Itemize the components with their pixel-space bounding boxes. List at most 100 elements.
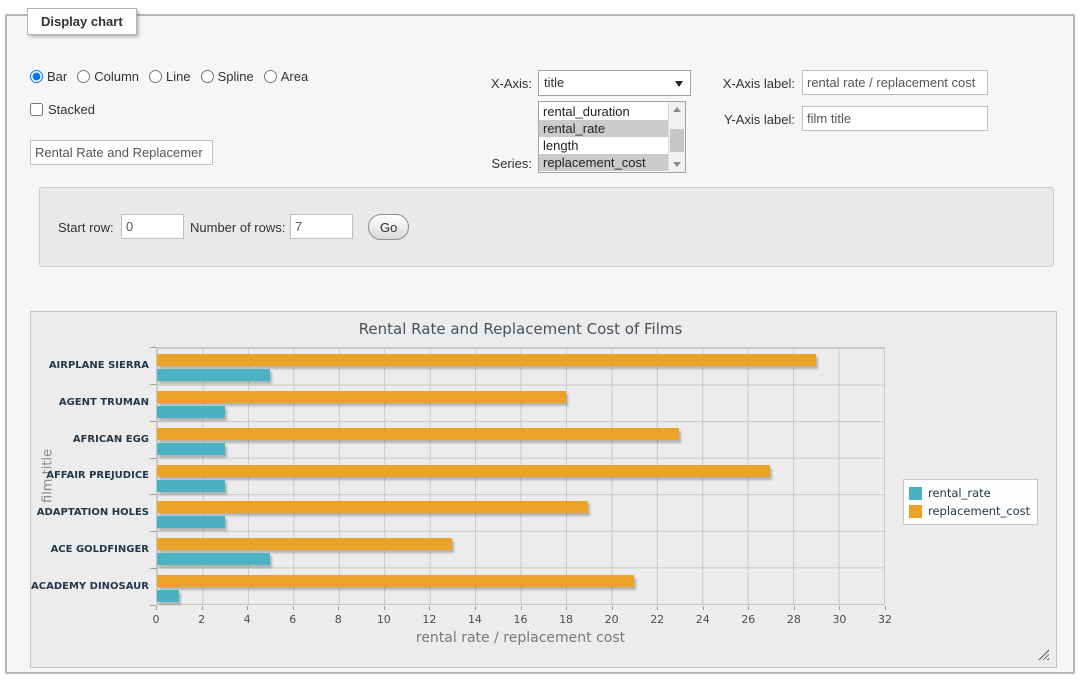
num-rows-input[interactable]	[290, 214, 353, 239]
chart-row-adaptation-holes	[157, 495, 884, 532]
series-options: rental_durationrental_ratelengthreplacem…	[539, 103, 668, 171]
y-tick-mark	[150, 531, 156, 532]
chart-type-option-column: Column	[77, 69, 139, 84]
x-axis-selected-value: title	[544, 75, 564, 90]
series-option-rental_duration[interactable]: rental_duration	[539, 103, 668, 120]
legend-swatch-icon	[909, 505, 922, 518]
x-tick-mark	[293, 606, 294, 610]
chart-type-radio-group: BarColumnLineSplineArea	[30, 69, 314, 84]
y-axis-label-field-label: Y-Axis label:	[702, 112, 795, 127]
chart-type-option-area: Area	[264, 69, 308, 84]
scroll-down-button[interactable]	[669, 157, 685, 172]
y-axis-label-input[interactable]	[802, 106, 988, 131]
legend-item-replacement_cost: replacement_cost	[909, 502, 1030, 520]
chart-type-radio-spline[interactable]	[201, 70, 214, 83]
bar-replacement_cost	[157, 428, 679, 440]
x-tick-mark	[156, 606, 157, 610]
num-rows-label: Number of rows:	[190, 220, 285, 235]
display-chart-fieldset: Display chart BarColumnLineSplineArea St…	[5, 14, 1075, 674]
x-tick-mark	[202, 606, 203, 610]
start-row-input[interactable]	[121, 214, 184, 239]
start-row-label: Start row:	[58, 220, 114, 235]
x-tick-mark	[475, 606, 476, 610]
x-tick-label: 30	[832, 613, 846, 626]
bar-rental_rate	[157, 516, 225, 528]
chart-type-radio-label: Line	[166, 69, 191, 84]
x-tick-mark	[521, 606, 522, 610]
x-tick-mark	[885, 606, 886, 610]
y-tick-mark	[150, 421, 156, 422]
chart-type-option-bar: Bar	[30, 69, 67, 84]
chart-type-option-line: Line	[149, 69, 191, 84]
x-tick-mark	[748, 606, 749, 610]
x-tick-label: 18	[559, 613, 573, 626]
category-label: AIRPLANE SIERRA	[31, 347, 149, 384]
chart-type-radio-column[interactable]	[77, 70, 90, 83]
chevron-down-icon	[675, 81, 683, 87]
legend-label: rental_rate	[928, 486, 991, 500]
x-tick-mark	[429, 606, 430, 610]
chart-container: Rental Rate and Replacement Cost of Film…	[30, 311, 1057, 668]
bar-rental_rate	[157, 553, 270, 565]
x-tick-label: 28	[787, 613, 801, 626]
x-axis-label-input[interactable]	[802, 70, 988, 95]
series-option-replacement_cost[interactable]: replacement_cost	[539, 154, 668, 171]
scroll-up-icon	[673, 107, 681, 112]
legend-swatch-icon	[909, 487, 922, 500]
bar-rental_rate	[157, 406, 225, 418]
bar-replacement_cost	[157, 501, 588, 513]
x-tick-mark	[247, 606, 248, 610]
x-tick-label: 2	[198, 613, 205, 626]
scrollbar-thumb[interactable]	[670, 129, 684, 152]
x-tick-label: 16	[514, 613, 528, 626]
x-tick-label: 4	[244, 613, 251, 626]
x-tick-mark	[794, 606, 795, 610]
x-tick-label: 6	[289, 613, 296, 626]
chart-row-airplane-sierra	[157, 348, 884, 385]
series-option-length[interactable]: length	[539, 137, 668, 154]
y-tick-mark	[150, 494, 156, 495]
y-tick-mark	[150, 568, 156, 569]
chart-row-african-egg	[157, 422, 884, 459]
bar-rental_rate	[157, 480, 225, 492]
bar-replacement_cost	[157, 538, 452, 550]
x-tick-mark	[703, 606, 704, 610]
x-tick-mark	[338, 606, 339, 610]
stacked-checkbox[interactable]	[30, 103, 43, 116]
series-scrollbar[interactable]	[668, 102, 685, 172]
x-tick-mark	[657, 606, 658, 610]
chart-type-radio-label: Area	[281, 69, 308, 84]
fieldset-legend: Display chart	[27, 8, 137, 35]
y-tick-mark	[150, 458, 156, 459]
plot-area	[156, 347, 885, 605]
x-axis-select-label: X-Axis:	[467, 76, 532, 91]
legend-label: replacement_cost	[928, 504, 1030, 518]
chart-row-agent-truman	[157, 385, 884, 422]
x-tick-label: 8	[335, 613, 342, 626]
series-option-rental_rate[interactable]: rental_rate	[539, 120, 668, 137]
chart-row-ace-goldfinger	[157, 532, 884, 569]
resize-handle-icon[interactable]	[1038, 649, 1049, 660]
category-label: AGENT TRUMAN	[31, 384, 149, 421]
stacked-label: Stacked	[48, 102, 95, 117]
x-tick-label: 24	[696, 613, 710, 626]
scroll-up-button[interactable]	[669, 102, 685, 117]
x-tick-label: 12	[422, 613, 436, 626]
category-label: ADAPTATION HOLES	[31, 494, 149, 531]
x-tick-label: 22	[650, 613, 664, 626]
x-axis-select[interactable]: title	[538, 70, 691, 96]
chart-type-radio-bar[interactable]	[30, 70, 43, 83]
stacked-row: Stacked	[30, 102, 95, 117]
go-button[interactable]: Go	[368, 214, 409, 240]
x-tick-mark	[612, 606, 613, 610]
chart-type-radio-line[interactable]	[149, 70, 162, 83]
chart-row-affair-prejudice	[157, 459, 884, 496]
bar-replacement_cost	[157, 354, 816, 366]
chart-type-radio-area[interactable]	[264, 70, 277, 83]
series-listbox[interactable]: rental_durationrental_ratelengthreplacem…	[538, 101, 686, 173]
chart-title-input[interactable]	[30, 140, 213, 165]
x-tick-label: 14	[468, 613, 482, 626]
x-tick-mark	[566, 606, 567, 610]
x-tick-label: 26	[741, 613, 755, 626]
rows-panel: Start row: Number of rows: Go	[39, 187, 1054, 267]
